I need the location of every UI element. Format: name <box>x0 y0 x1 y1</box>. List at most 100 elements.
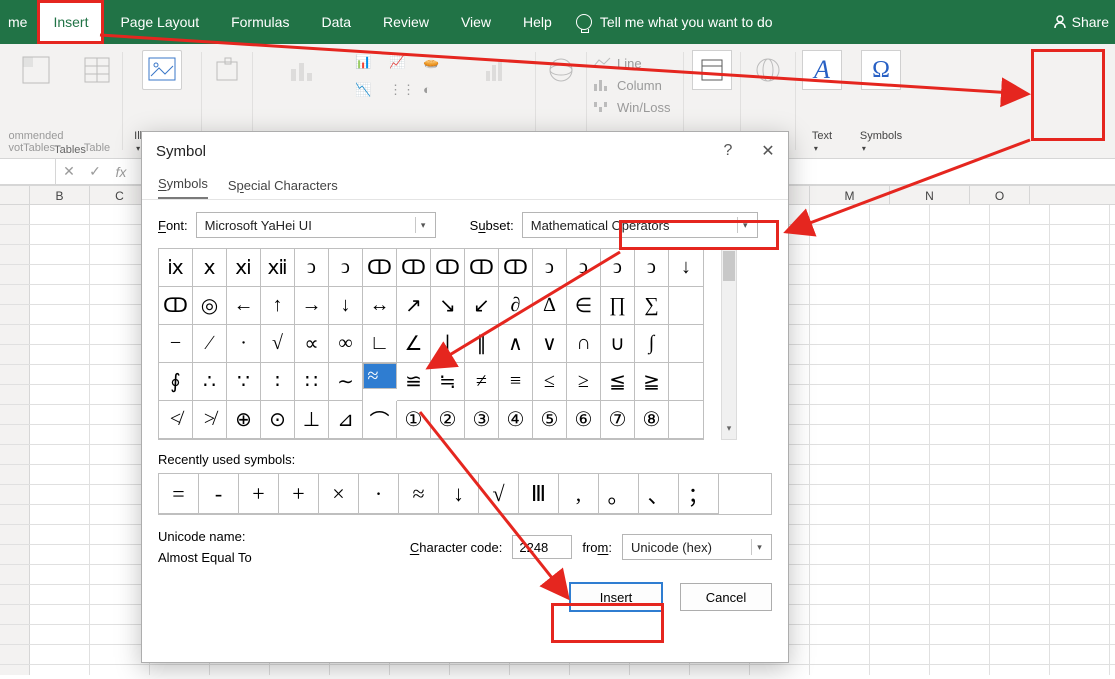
symbol-cell[interactable]: ≥ <box>567 363 601 401</box>
cmd-sparkline-line[interactable]: Line <box>593 52 642 74</box>
tab-symbols[interactable]: Symbols <box>158 176 208 199</box>
symbol-cell[interactable]: ∼ <box>329 363 363 401</box>
symbol-cell[interactable]: ∫ <box>635 325 669 363</box>
cmd-sparkline-column[interactable]: Column <box>593 74 662 96</box>
symbol-cell[interactable]: ∴ <box>193 363 227 401</box>
symbol-cell[interactable]: ≡ <box>499 363 533 401</box>
symbol-cell[interactable]: ↄ <box>567 249 601 287</box>
close-icon[interactable]: ✕ <box>748 141 788 161</box>
symbol-cell[interactable]: ∑ <box>635 287 669 325</box>
symbol-cell[interactable] <box>669 401 703 439</box>
symbol-cell[interactable]: ≧ <box>635 363 669 401</box>
fx-icon[interactable]: fx <box>108 164 134 180</box>
col-header[interactable]: B <box>30 186 90 204</box>
col-header[interactable]: M <box>810 186 890 204</box>
chart-bar-icon[interactable]: 📊 <box>355 54 387 80</box>
symbol-cell[interactable]: ↄ <box>295 249 329 287</box>
symbol-cell[interactable]: ↄ <box>329 249 363 287</box>
symbol-cell[interactable]: ↀ <box>397 249 431 287</box>
symbol-cell[interactable]: ⅸ <box>159 249 193 287</box>
scrollbar[interactable]: ▴ ▾ <box>721 248 737 440</box>
chart-scatter-icon[interactable]: ⋮⋮ <box>389 82 421 108</box>
symbol-cell[interactable]: ∆ <box>533 287 567 325</box>
symbol-cell[interactable]: ≯ <box>193 401 227 439</box>
symbol-cell[interactable]: ∶ <box>261 363 295 401</box>
recent-symbol-cell[interactable]: ≈ <box>399 474 439 514</box>
from-select[interactable]: Unicode (hex) ▾ <box>622 534 772 560</box>
symbol-cell[interactable]: √ <box>261 325 295 363</box>
tab-review[interactable]: Review <box>367 0 445 44</box>
symbol-cell[interactable]: ∈ <box>567 287 601 325</box>
symbol-cell[interactable]: − <box>159 325 193 363</box>
cancel-formula-icon[interactable]: ✕ <box>56 163 82 180</box>
symbol-cell[interactable]: ↙ <box>465 287 499 325</box>
chart-line-icon[interactable]: 📈 <box>389 54 421 80</box>
symbol-cell[interactable]: ④ <box>499 401 533 439</box>
recent-symbol-cell[interactable]: 、 <box>639 474 679 514</box>
tab-page-layout[interactable]: Page Layout <box>104 0 215 44</box>
symbol-cell[interactable]: ⅹ <box>193 249 227 287</box>
col-header[interactable]: O <box>970 186 1030 204</box>
symbol-cell[interactable]: ↄ <box>533 249 567 287</box>
cmd-sparkline-winloss[interactable]: Win/Loss <box>593 96 670 118</box>
recent-symbol-cell[interactable]: , <box>559 474 599 514</box>
chart-more-icon[interactable]: ◐ <box>423 82 455 108</box>
symbol-cell[interactable]: ∂ <box>499 287 533 325</box>
tab-data[interactable]: Data <box>305 0 367 44</box>
symbol-cell[interactable]: ⊕ <box>227 401 261 439</box>
recent-symbol-cell[interactable]: · <box>359 474 399 514</box>
symbol-cell[interactable]: ≌ <box>397 363 431 401</box>
symbol-cell[interactable]: ≠ <box>465 363 499 401</box>
symbol-cell[interactable]: ⅺ <box>227 249 261 287</box>
cmd-recommended-pivot[interactable]: ommended votTables <box>0 44 72 158</box>
recent-symbol-cell[interactable]: + <box>279 474 319 514</box>
recent-symbol-cell[interactable]: ； <box>679 474 719 514</box>
recent-symbol-cell[interactable]: + <box>239 474 279 514</box>
symbol-cell[interactable]: ↀ <box>465 249 499 287</box>
symbol-cell[interactable]: ↄ <box>601 249 635 287</box>
tell-me-search[interactable]: Tell me what you want to do <box>576 14 773 30</box>
symbol-cell[interactable]: ∪ <box>601 325 635 363</box>
symbol-cell[interactable]: ↀ <box>431 249 465 287</box>
symbol-cell[interactable] <box>669 363 703 401</box>
symbol-cell[interactable]: ∣ <box>431 325 465 363</box>
symbol-cell[interactable]: ② <box>431 401 465 439</box>
symbol-cell[interactable]: ⅻ <box>261 249 295 287</box>
symbol-cell[interactable]: ↗ <box>397 287 431 325</box>
col-header[interactable]: N <box>890 186 970 204</box>
symbol-cell[interactable]: ↔ <box>363 287 397 325</box>
symbol-cell[interactable]: ⊥ <box>295 401 329 439</box>
symbol-cell[interactable]: ∷ <box>295 363 329 401</box>
recent-symbol-cell[interactable]: = <box>159 474 199 514</box>
cmd-table[interactable]: Table <box>72 44 122 158</box>
symbol-cell[interactable]: ≈ <box>363 363 397 389</box>
symbol-cell[interactable]: ∞ <box>329 325 363 363</box>
symbol-cell[interactable]: ↑ <box>261 287 295 325</box>
insert-button[interactable]: Insert <box>570 583 662 611</box>
symbol-cell[interactable]: ⌒ <box>363 401 397 439</box>
symbol-cell[interactable]: ≤ <box>533 363 567 401</box>
help-icon[interactable]: ? <box>708 142 748 160</box>
symbol-cell[interactable]: ≒ <box>431 363 465 401</box>
symbol-cell[interactable]: ∝ <box>295 325 329 363</box>
tab-special-characters[interactable]: Special Characters <box>228 178 338 199</box>
recent-symbol-cell[interactable]: √ <box>479 474 519 514</box>
symbol-cell[interactable]: ① <box>397 401 431 439</box>
symbol-cell[interactable]: ⑤ <box>533 401 567 439</box>
symbol-cell[interactable]: ∙ <box>227 325 261 363</box>
symbol-cell[interactable]: ⊙ <box>261 401 295 439</box>
cmd-symbols[interactable]: Ω Symbols▾ <box>848 44 914 158</box>
share-button[interactable]: Share <box>1052 0 1109 44</box>
symbol-cell[interactable]: ∠ <box>397 325 431 363</box>
symbol-cell[interactable]: ∩ <box>567 325 601 363</box>
chart-pie-icon[interactable]: 🥧 <box>423 54 455 80</box>
symbol-cell[interactable]: ∵ <box>227 363 261 401</box>
symbol-cell[interactable]: ∕ <box>193 325 227 363</box>
charcode-input[interactable] <box>512 535 572 559</box>
symbol-cell[interactable]: ◎ <box>193 287 227 325</box>
symbol-cell[interactable]: ↀ <box>499 249 533 287</box>
symbol-cell[interactable] <box>669 287 703 325</box>
symbol-cell[interactable]: ↘ <box>431 287 465 325</box>
scroll-down-icon[interactable]: ▾ <box>722 423 736 439</box>
font-select[interactable]: Microsoft YaHei UI ▾ <box>196 212 436 238</box>
